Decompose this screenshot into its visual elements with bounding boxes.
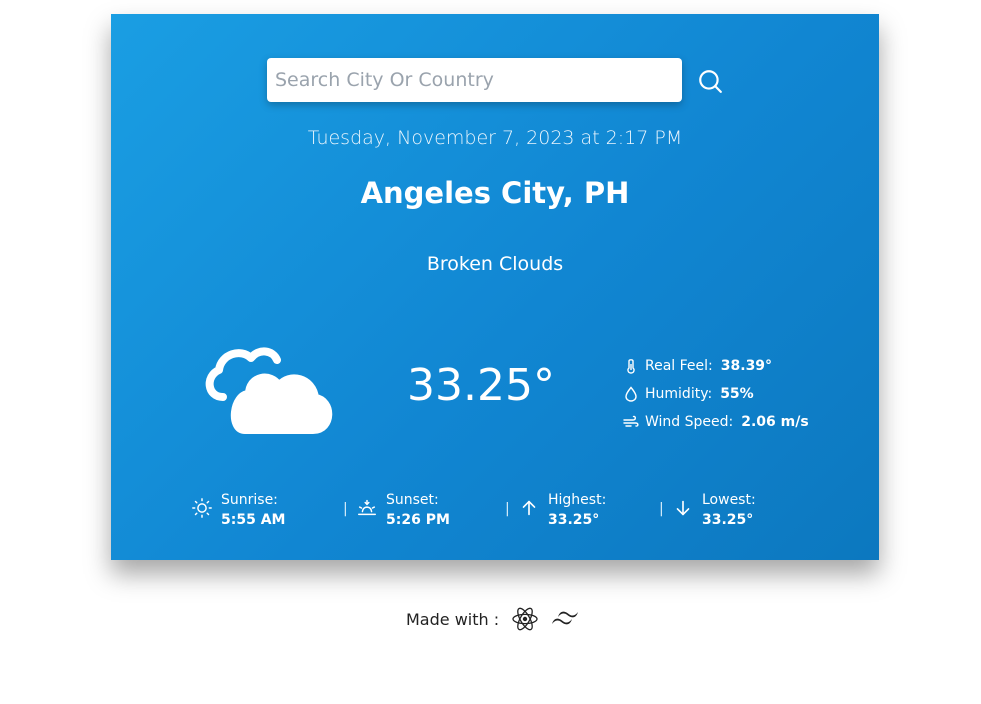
date-time: Tuesday, November 7, 2023 at 2:17 PM [307, 127, 683, 149]
sunset-icon [358, 499, 376, 516]
humidity-drop-icon [625, 386, 637, 402]
sunrise-icon [192, 498, 212, 518]
sunrise-text: Sunrise: 5:55 AM [221, 490, 317, 530]
weather-condition: Broken Clouds [426, 253, 564, 275]
search-input[interactable] [267, 58, 682, 102]
wind-icon [623, 415, 639, 427]
made-with-label: Made with : [406, 609, 500, 629]
arrow-up-icon [522, 500, 536, 516]
wind-row: Wind Speed: 2.06 m/s [623, 408, 863, 436]
react-icon[interactable] [511, 605, 539, 633]
search-icon[interactable] [697, 68, 723, 94]
humidity-label: Humidity: [645, 386, 713, 402]
humidity-value: 55% [720, 386, 754, 402]
thermometer-icon [627, 359, 635, 374]
lowest-label: Lowest: [702, 492, 756, 508]
lowest-text: Lowest: 33.25° [702, 490, 792, 530]
sunset-label: Sunset: [386, 492, 439, 508]
arrow-down-icon [676, 500, 690, 516]
sunset-item: Sunset: 5:26 PM [356, 490, 486, 536]
real-feel-label: Real Feel: [645, 358, 713, 374]
sunrise-item: Sunrise: 5:55 AM [191, 490, 321, 536]
separator: | [659, 501, 664, 517]
summary-bar: Sunrise: 5:55 AM | Sunset: 5:26 PM | Hig… [191, 490, 811, 536]
sunset-value: 5:26 PM [386, 512, 450, 528]
broken-clouds-icon [205, 347, 333, 434]
separator: | [505, 501, 510, 517]
real-feel-value: 38.39° [720, 358, 773, 374]
lowest-item: Lowest: 33.25° [672, 490, 802, 536]
sunset-text: Sunset: 5:26 PM [386, 490, 478, 530]
temperature: 33.25° [407, 360, 555, 411]
sunrise-label: Sunrise: [221, 492, 278, 508]
city-name: Angeles City, PH [360, 176, 630, 210]
highest-label: Highest: [548, 492, 607, 508]
highest-item: Highest: 33.25° [518, 490, 648, 536]
lowest-value: 33.25° [702, 512, 754, 528]
weather-details: Real Feel: 38.39° Humidity: 55% Wind Spe… [623, 352, 863, 436]
wind-label: Wind Speed: [645, 414, 734, 430]
sunrise-value: 5:55 AM [221, 512, 286, 528]
humidity-row: Humidity: 55% [623, 380, 863, 408]
highest-value: 33.25° [548, 512, 600, 528]
separator: | [343, 501, 348, 517]
highest-text: Highest: 33.25° [548, 490, 638, 530]
weather-card: Tuesday, November 7, 2023 at 2:17 PM Ang… [111, 14, 879, 560]
footer: Made with : [406, 604, 579, 634]
real-feel-row: Real Feel: 38.39° [623, 352, 863, 380]
tailwind-icon[interactable] [551, 609, 579, 629]
wind-value: 2.06 m/s [741, 414, 809, 430]
